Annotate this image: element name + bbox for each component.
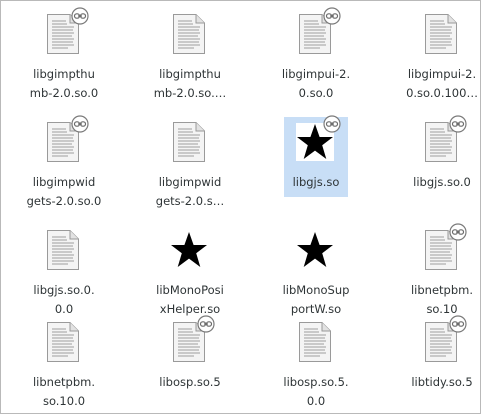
text-document-icon (173, 14, 205, 54)
file-icon[interactable] (38, 223, 90, 275)
text-document-icon (47, 230, 79, 270)
file-name-line: libosp.so.5. (283, 375, 349, 389)
file-name-label: libnetpbm. so.10.0 (1, 373, 127, 411)
file-name-line: libgimpthu (33, 67, 95, 81)
file-icon[interactable] (164, 223, 216, 275)
text-document-icon (425, 14, 457, 54)
file-name-label: libgimpui-2. 0.so.0.100… (379, 65, 481, 103)
file-name-line: libnetpbm. (32, 375, 96, 389)
symlink-badge-icon (449, 115, 467, 133)
symlink-badge-icon (197, 315, 215, 333)
file-item[interactable]: libMonoPosi xHelper.so (127, 223, 253, 319)
file-name-label: libgjs.so.0 (379, 173, 481, 192)
file-name-label: libgjs.so.0. 0.0 (1, 281, 127, 319)
symlink-badge-icon (71, 7, 89, 25)
file-name-label: libgimpthu mb-2.0.so.… (127, 65, 253, 103)
file-name-line: libnetpbm. (410, 283, 474, 297)
file-icon[interactable] (416, 315, 468, 367)
file-name-line: libgimpwid (158, 175, 222, 189)
file-name-label: libosp.so.5. 0.0 (253, 373, 379, 411)
file-item[interactable]: libgjs.so.0. 0.0 (1, 223, 127, 319)
file-icon[interactable] (416, 223, 468, 275)
file-icon[interactable] (38, 115, 90, 167)
file-icon-view[interactable]: libgimpthu mb-2.0.so.0 libgimpthu mb-2.0.s… (0, 0, 481, 414)
file-item[interactable]: libgimpwid gets-2.0.so.0 (1, 115, 127, 211)
file-name-label: libosp.so.5 (127, 373, 253, 392)
file-item[interactable]: libgjs.so.0 (379, 115, 481, 192)
text-document-icon (47, 322, 79, 362)
file-icon[interactable] (416, 7, 468, 59)
file-item[interactable]: libMonoSup portW.so (253, 223, 379, 319)
file-name-label: libtidy.so.5 (379, 373, 481, 392)
file-icon[interactable] (164, 115, 216, 167)
star-icon (297, 232, 333, 267)
file-name-line: libgjs.so.0 (413, 175, 471, 189)
file-icon[interactable] (164, 315, 216, 367)
file-item[interactable]: libgimpthu mb-2.0.so.0 (1, 7, 127, 103)
file-item[interactable]: libgimpui-2. 0.so.0.100… (379, 7, 481, 103)
file-icon[interactable] (290, 115, 342, 167)
text-document-icon (173, 122, 205, 162)
file-item[interactable]: libgimpui-2. 0.so.0 (253, 7, 379, 103)
file-icon[interactable] (38, 7, 90, 59)
file-name-line: so.10.0 (42, 394, 86, 408)
symlink-badge-icon (323, 7, 341, 25)
file-item[interactable]: libgjs.so (253, 115, 379, 197)
file-name-line: libMonoPosi (156, 283, 224, 297)
file-name-line: libgjs.so.0. (33, 283, 95, 297)
file-name-label: libgimpui-2. 0.so.0 (253, 65, 379, 103)
file-item[interactable]: libosp.so.5 (127, 315, 253, 392)
file-item[interactable]: libnetpbm. so.10.0 (1, 315, 127, 411)
file-name-line: libgimpui-2. (407, 67, 477, 81)
symlink-badge-icon (449, 315, 467, 333)
symlink-badge-icon (323, 115, 341, 133)
file-name-label: libMonoSup portW.so (253, 281, 379, 319)
file-item[interactable]: libnetpbm. so.10 (379, 223, 481, 319)
file-icon[interactable] (164, 7, 216, 59)
text-document-icon (299, 322, 331, 362)
file-name-label: libgimpwid gets-2.0.s… (127, 173, 253, 211)
file-name-line: 0.so.0.100… (406, 86, 478, 100)
file-item[interactable]: libtidy.so.5 (379, 315, 481, 392)
file-icon[interactable] (38, 315, 90, 367)
file-icon[interactable] (290, 7, 342, 59)
file-name-line: mb-2.0.so.… (153, 86, 227, 100)
file-name-label: libgimpthu mb-2.0.so.0 (1, 65, 127, 103)
file-name-label: libgimpwid gets-2.0.so.0 (1, 173, 127, 211)
file-name-line: gets-2.0.so.0 (26, 194, 102, 208)
file-item[interactable]: libgimpwid gets-2.0.s… (127, 115, 253, 211)
file-name-line: gets-2.0.s… (155, 194, 225, 208)
file-name-line: 0.0 (306, 394, 326, 408)
file-item[interactable]: libosp.so.5. 0.0 (253, 315, 379, 411)
file-name-line: libtidy.so.5 (411, 375, 473, 389)
file-name-line: libgimpui-2. (281, 67, 351, 81)
file-name-line: libosp.so.5 (159, 375, 221, 389)
symlink-badge-icon (449, 223, 467, 241)
symlink-badge-icon (71, 115, 89, 133)
file-name-line: libgimpthu (159, 67, 221, 81)
star-icon (171, 232, 207, 267)
file-name-line: 0.so.0 (298, 86, 334, 100)
file-item[interactable]: libgimpthu mb-2.0.so.… (127, 7, 253, 103)
file-name-line: libMonoSup (282, 283, 350, 297)
file-icon[interactable] (290, 315, 342, 367)
file-name-line: mb-2.0.so.0 (29, 86, 99, 100)
file-name-label: libnetpbm. so.10 (379, 281, 481, 319)
file-name-line: libgjs.so (292, 175, 340, 189)
file-icon[interactable] (290, 223, 342, 275)
file-name-label: libgjs.so (253, 173, 379, 192)
file-name-label: libMonoPosi xHelper.so (127, 281, 253, 319)
file-name-line: libgimpwid (32, 175, 96, 189)
file-icon[interactable] (416, 115, 468, 167)
